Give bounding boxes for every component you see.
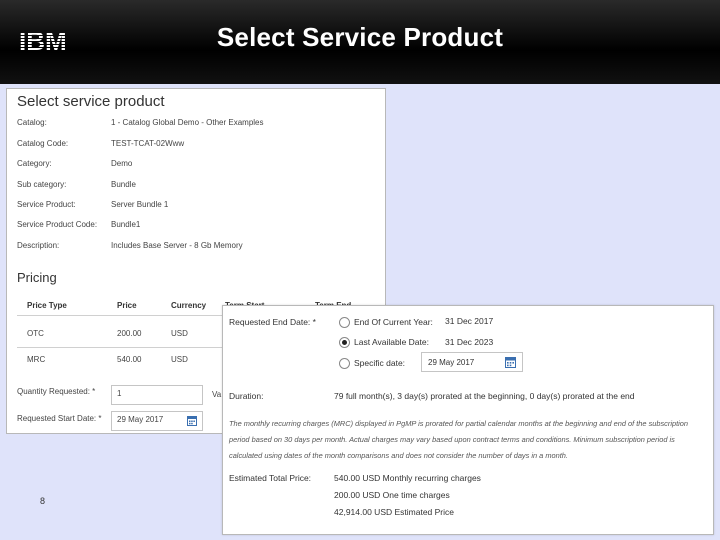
total-one-time: 200.00 USD One time charges xyxy=(334,490,450,500)
panel-heading: Select service product xyxy=(17,93,165,110)
specific-date-label: Specific date: xyxy=(354,358,406,368)
row-price-type: MRC xyxy=(27,355,46,364)
category-value: Demo xyxy=(111,159,133,168)
column-header-price-type: Price Type xyxy=(27,301,67,310)
category-label: Category: xyxy=(17,159,52,168)
catalog-code-label: Catalog Code: xyxy=(17,139,69,148)
service-product-code-label: Service Product Code: xyxy=(17,220,98,229)
last-available-radio[interactable] xyxy=(339,337,350,348)
pricing-heading: Pricing xyxy=(17,270,57,285)
page-number: 8 xyxy=(40,496,46,506)
end-of-year-radio[interactable] xyxy=(339,317,350,328)
quantity-suffix: Va xyxy=(212,390,222,399)
row-currency: USD xyxy=(171,355,188,364)
row-price: 540.00 xyxy=(117,355,142,364)
total-monthly: 540.00 USD Monthly recurring charges xyxy=(334,473,481,483)
total-price-label: Estimated Total Price: xyxy=(229,473,312,483)
catalog-label: Catalog: xyxy=(17,118,47,127)
page-title: Select Service Product xyxy=(216,22,504,52)
description-label: Description: xyxy=(17,241,60,250)
end-date-panel: Requested End Date: * End Of Current Yea… xyxy=(222,305,714,535)
start-date-input[interactable]: 29 May 2017 xyxy=(111,411,203,431)
row-price: 200.00 xyxy=(117,329,142,338)
catalog-value: 1 - Catalog Global Demo - Other Examples xyxy=(111,118,264,127)
end-of-year-date: 31 Dec 2017 xyxy=(445,316,494,326)
row-price-type: OTC xyxy=(27,329,44,338)
quantity-label: Quantity Requested: * xyxy=(17,387,96,396)
specific-date-input[interactable]: 29 May 2017 xyxy=(421,352,523,372)
total-estimated: 42,914.00 USD Estimated Price xyxy=(334,507,455,517)
column-header-price: Price xyxy=(117,301,137,310)
duration-value: 79 full month(s), 3 day(s) prorated at t… xyxy=(334,391,635,401)
last-available-label: Last Available Date: xyxy=(354,337,429,347)
sub-category-value: Bundle xyxy=(111,180,136,189)
sub-category-label: Sub category: xyxy=(17,180,67,189)
specific-date-value: 29 May 2017 xyxy=(428,358,475,367)
duration-label: Duration: xyxy=(229,391,264,401)
calendar-icon[interactable] xyxy=(505,357,516,368)
row-currency: USD xyxy=(171,329,188,338)
ibm-logo: IBM xyxy=(19,27,67,53)
service-product-code-value: Bundle1 xyxy=(111,220,141,229)
service-product-value: Server Bundle 1 xyxy=(111,200,169,209)
start-date-label: Requested Start Date: * xyxy=(17,414,102,423)
start-date-value: 29 May 2017 xyxy=(117,415,164,424)
column-header-currency: Currency xyxy=(171,301,207,310)
end-date-label: Requested End Date: * xyxy=(229,317,316,327)
logo-text: IBM xyxy=(19,27,67,53)
quantity-input[interactable]: 1 xyxy=(111,385,203,405)
service-product-label: Service Product: xyxy=(17,200,76,209)
last-available-date: 31 Dec 2023 xyxy=(445,337,494,347)
catalog-code-value: TEST-TCAT-02Www xyxy=(111,139,185,148)
description-value: Includes Base Server - 8 Gb Memory xyxy=(111,241,243,250)
end-of-year-label: End Of Current Year: xyxy=(354,317,433,327)
calendar-icon[interactable] xyxy=(187,416,197,426)
proration-note: The monthly recurring charges (MRC) disp… xyxy=(229,419,689,460)
specific-date-radio[interactable] xyxy=(339,358,350,369)
header-bar: IBM Select Service Product xyxy=(0,0,720,84)
